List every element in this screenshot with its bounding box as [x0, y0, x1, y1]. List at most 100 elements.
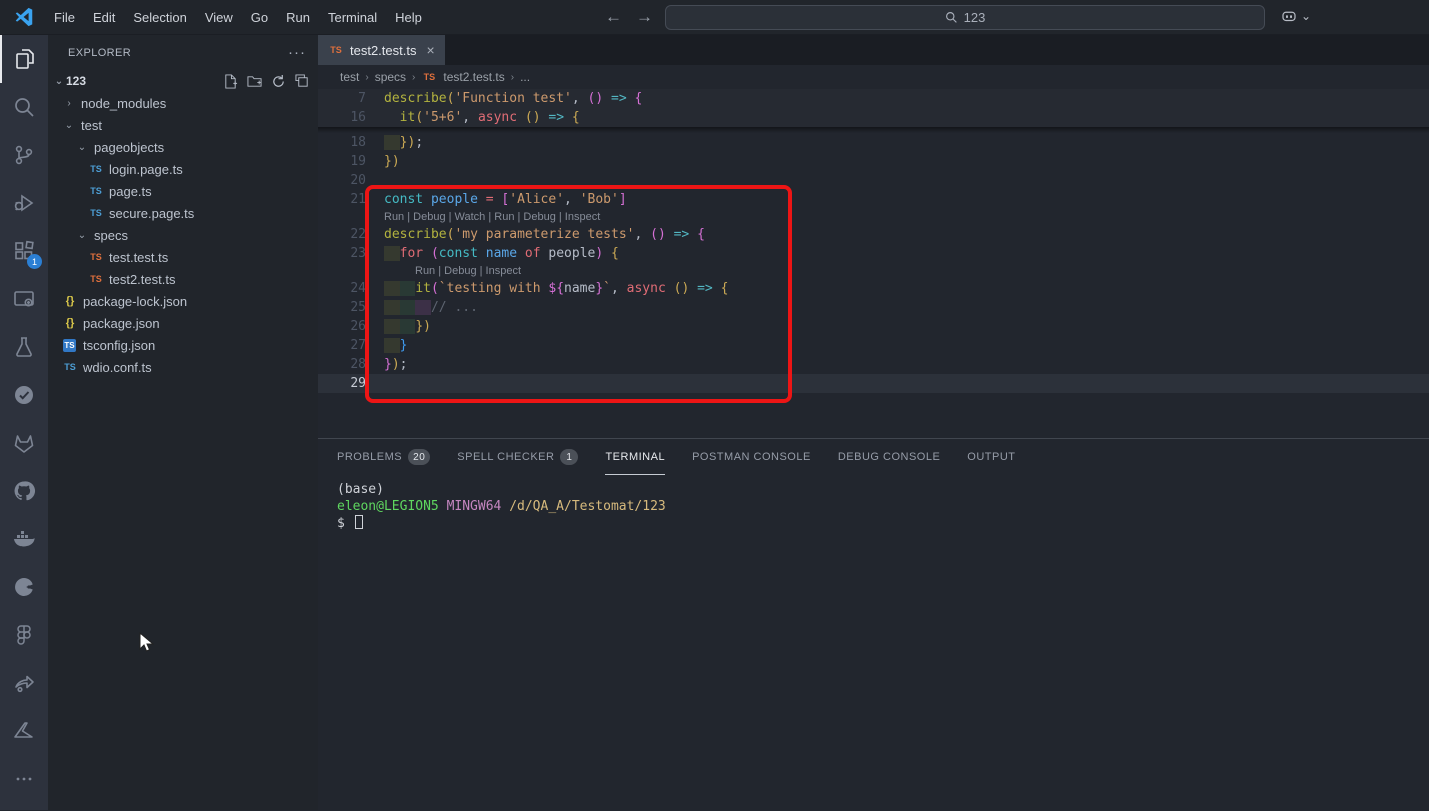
testing-beaker-icon[interactable]: [0, 323, 48, 371]
tree-item-login.page.ts[interactable]: TSlogin.page.ts: [48, 158, 318, 180]
code-line: 26 }): [318, 317, 1429, 336]
code-token: name: [486, 246, 517, 261]
notch-circle-icon[interactable]: [0, 563, 48, 611]
run-debug-icon[interactable]: [0, 179, 48, 227]
github-icon[interactable]: [0, 467, 48, 515]
explorer-more-actions[interactable]: ···: [288, 44, 306, 61]
code-token: }: [415, 319, 423, 334]
collapse-all-icon[interactable]: [295, 74, 310, 89]
tree-item-package.json[interactable]: {}package.json: [48, 312, 318, 334]
menu-run[interactable]: Run: [277, 6, 319, 29]
menu-view[interactable]: View: [196, 6, 242, 29]
coverage-check-icon[interactable]: [0, 371, 48, 419]
code-token: people: [548, 246, 595, 261]
breadcrumb-item[interactable]: test2.test.ts: [443, 70, 504, 84]
tree-item-specs[interactable]: ⌄specs: [48, 224, 318, 246]
menu-file[interactable]: File: [45, 6, 84, 29]
code-line-text: // ...: [366, 298, 478, 317]
copilot-menu[interactable]: ⌄: [1280, 7, 1311, 25]
explorer-icon[interactable]: [0, 35, 48, 83]
panel-tab-debug-console[interactable]: DEBUG CONSOLE: [838, 439, 940, 475]
tree-item-pageobjects[interactable]: ⌄pageobjects: [48, 136, 318, 158]
panel-tab-spell-checker[interactable]: SPELL CHECKER1: [457, 439, 578, 475]
terminal-text: eleon@LEGION5: [337, 499, 439, 514]
file-type-icon: {}: [62, 295, 78, 307]
code-token: [517, 110, 525, 125]
breadcrumb-item[interactable]: ...: [520, 70, 530, 84]
search-icon[interactable]: [0, 83, 48, 131]
panel-tab-output[interactable]: OUTPUT: [967, 439, 1015, 475]
gitlab-icon[interactable]: [0, 419, 48, 467]
line-number: 21: [318, 190, 366, 209]
terminal-text: MINGW64: [447, 499, 502, 514]
code-token: [384, 135, 400, 150]
menu-terminal[interactable]: Terminal: [319, 6, 386, 29]
line-number: 25: [318, 298, 366, 317]
refresh-icon[interactable]: [271, 74, 286, 89]
more-actions-icon[interactable]: [0, 755, 48, 803]
codelens-actions[interactable]: Run | Debug | Watch | Run | Debug | Insp…: [318, 209, 1429, 225]
menu-selection[interactable]: Selection: [124, 6, 195, 29]
close-icon[interactable]: ×: [426, 42, 434, 58]
terminal-cursor: [355, 515, 363, 529]
breadcrumb-item[interactable]: specs: [375, 70, 406, 84]
code-token: ,: [462, 110, 478, 125]
breadcrumb-item[interactable]: test: [340, 70, 359, 84]
new-file-icon[interactable]: [223, 74, 238, 89]
back-arrow[interactable]: ←: [605, 7, 622, 27]
code-token: {: [697, 227, 705, 242]
panel-tab-badge: 1: [560, 449, 578, 465]
breadcrumb[interactable]: test›specs›TStest2.test.ts›...: [318, 65, 1429, 89]
sticky-scroll[interactable]: 7describe('Function test', () => {16 it(…: [318, 89, 1429, 127]
docker-icon[interactable]: [0, 515, 48, 563]
code-editor[interactable]: 7describe('Function test', () => {16 it(…: [318, 89, 1429, 438]
new-folder-icon[interactable]: [247, 74, 262, 89]
codelens-label[interactable]: Run | Debug | Watch | Run | Debug | Insp…: [366, 209, 600, 225]
source-control-icon[interactable]: [0, 131, 48, 179]
terminal[interactable]: (base)eleon@LEGION5 MINGW64 /d/QA_A/Test…: [318, 475, 1429, 532]
panel-tab-problems[interactable]: PROBLEMS20: [337, 439, 430, 475]
workspace-section-header[interactable]: ⌄ 123: [48, 70, 318, 92]
menu-edit[interactable]: Edit: [84, 6, 124, 29]
code-token: [400, 319, 416, 334]
code-token: async: [478, 110, 517, 125]
code-token: }: [595, 281, 603, 296]
tree-item-package-lock.json[interactable]: {}package-lock.json: [48, 290, 318, 312]
codelens-actions[interactable]: Run | Debug | Inspect: [318, 263, 1429, 279]
menu-go[interactable]: Go: [242, 6, 277, 29]
menu-help[interactable]: Help: [386, 6, 431, 29]
code-line: 22describe('my parameterize tests', () =…: [318, 225, 1429, 244]
code-line-text: [366, 374, 384, 393]
remote-explorer-icon[interactable]: [0, 275, 48, 323]
terminal-text: [439, 499, 447, 514]
tree-item-wdio.conf.ts[interactable]: TSwdio.conf.ts: [48, 356, 318, 378]
azure-icon[interactable]: [0, 707, 48, 755]
panel-tab-terminal[interactable]: TERMINAL: [605, 439, 665, 475]
tree-item-test.test.ts[interactable]: TStest.test.ts: [48, 246, 318, 268]
code-token: it: [400, 110, 416, 125]
chevron-down-icon: ⌄: [75, 142, 89, 153]
tree-item-page.ts[interactable]: TSpage.ts: [48, 180, 318, 202]
command-center[interactable]: 123: [665, 5, 1265, 30]
tab-test2-test-ts[interactable]: TS test2.test.ts ×: [318, 35, 445, 65]
code-token: (: [415, 110, 423, 125]
tree-item-tsconfig.json[interactable]: TStsconfig.json: [48, 334, 318, 356]
gutter: [318, 263, 366, 279]
ts-file-icon: TS: [421, 72, 437, 82]
search-icon: [945, 11, 958, 24]
forward-arrow[interactable]: →: [636, 7, 653, 27]
tree-item-secure.page.ts[interactable]: TSsecure.page.ts: [48, 202, 318, 224]
code-token: ]: [619, 192, 627, 207]
code-line-text: [366, 171, 384, 190]
codelens-label[interactable]: Run | Debug | Inspect: [366, 263, 521, 279]
share-arrow-icon[interactable]: [0, 659, 48, 707]
line-number: 29: [318, 374, 366, 393]
tree-item-test2.test.ts[interactable]: TStest2.test.ts: [48, 268, 318, 290]
extensions-icon[interactable]: 1: [0, 227, 48, 275]
gutter: [318, 209, 366, 225]
editor-group: TS test2.test.ts × test›specs›TStest2.te…: [318, 35, 1429, 810]
figma-icon[interactable]: [0, 611, 48, 659]
panel-tab-postman-console[interactable]: POSTMAN CONSOLE: [692, 439, 811, 475]
tree-item-node_modules[interactable]: ›node_modules: [48, 92, 318, 114]
tree-item-test[interactable]: ⌄test: [48, 114, 318, 136]
